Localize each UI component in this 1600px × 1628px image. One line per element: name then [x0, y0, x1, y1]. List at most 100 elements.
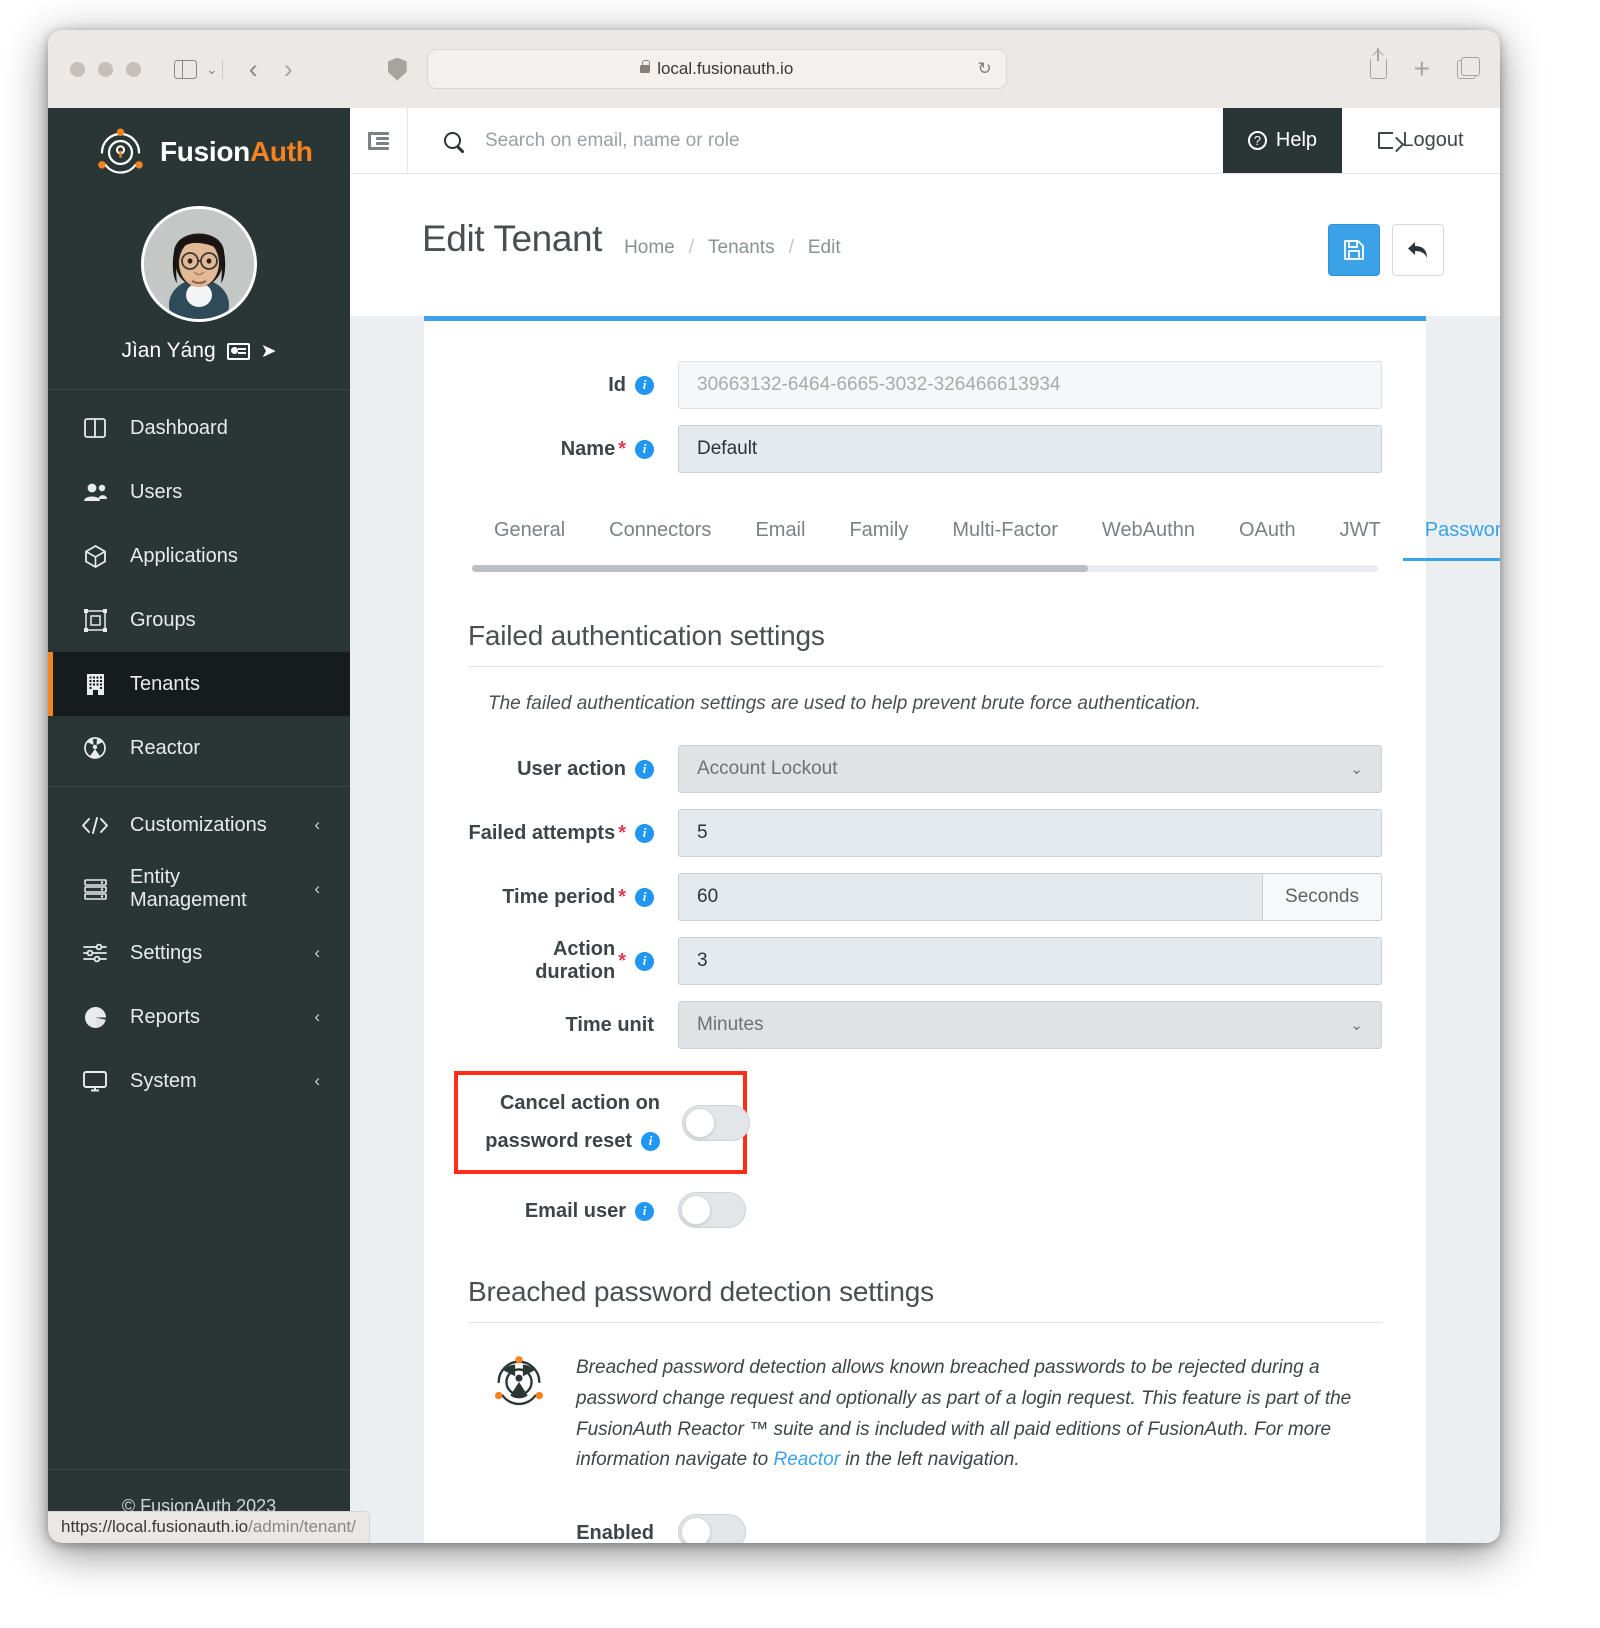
tab-multi-factor[interactable]: Multi-Factor: [930, 505, 1080, 561]
breadcrumb-home[interactable]: Home: [624, 237, 675, 259]
sidebar-item-reports[interactable]: Reports ‹: [48, 985, 350, 1049]
tab-family[interactable]: Family: [827, 505, 930, 561]
name-label-wrap: Name * i: [468, 438, 678, 461]
help-label: Help: [1275, 129, 1318, 151]
info-icon[interactable]: i: [635, 439, 654, 459]
sidebar-item-reactor[interactable]: Reactor: [48, 716, 350, 780]
window-traffic-lights[interactable]: [70, 61, 141, 77]
info-icon[interactable]: i: [635, 951, 654, 971]
back-button[interactable]: ‹: [249, 55, 258, 83]
chevron-left-icon: ‹: [314, 815, 320, 834]
search-icon: [444, 132, 461, 149]
field-row-time-unit: Time unit Minutes ⌄: [468, 1001, 1382, 1049]
sidebar-item-customizations[interactable]: Customizations ‹: [48, 793, 350, 857]
undo-button[interactable]: [1392, 224, 1444, 276]
time-unit-value: Minutes: [697, 1014, 764, 1035]
share-icon[interactable]: [1369, 48, 1387, 79]
tab-oauth[interactable]: OAuth: [1217, 505, 1318, 561]
maximize-window-button[interactable]: [126, 61, 141, 77]
main-column: ? Help Logout Edit Tenant Home / Tenants…: [350, 108, 1500, 1543]
cancel-action-toggle[interactable]: [682, 1104, 750, 1141]
tab-connectors[interactable]: Connectors: [587, 505, 733, 561]
url-text: local.fusionauth.io: [657, 59, 794, 78]
close-window-button[interactable]: [70, 61, 85, 77]
sidebar-item-settings[interactable]: Settings ‹: [48, 921, 350, 985]
brand-logo[interactable]: FusionAuth: [48, 108, 350, 196]
sidebar-item-entity-management[interactable]: Entity Management ‹: [48, 857, 350, 921]
tab-password[interactable]: Password: [1402, 505, 1500, 561]
info-icon[interactable]: i: [635, 759, 654, 779]
breadcrumb-tenants[interactable]: Tenants: [708, 237, 775, 259]
new-tab-icon[interactable]: +: [1414, 55, 1430, 83]
tabs-scrollbar[interactable]: [472, 565, 1378, 572]
address-bar[interactable]: local.fusionauth.io ↻: [426, 49, 1007, 89]
search-input[interactable]: [485, 129, 1223, 152]
sidebar-item-dashboard[interactable]: Dashboard: [48, 396, 350, 460]
breadcrumb: Home / Tenants / Edit: [624, 218, 841, 259]
tab-general[interactable]: General: [472, 505, 587, 561]
tab-overview-icon[interactable]: [1457, 56, 1480, 79]
breadcrumb-separator: /: [688, 237, 695, 258]
sidebar-item-applications[interactable]: Applications: [48, 524, 350, 588]
sidebar-toggle-icon[interactable]: [174, 59, 197, 79]
info-icon[interactable]: i: [635, 887, 654, 907]
id-field[interactable]: 30663132-6464-6665-3032-326466613934: [678, 361, 1382, 409]
chevron-down-icon[interactable]: ⌄: [206, 61, 218, 78]
info-icon[interactable]: i: [635, 375, 654, 395]
tab-email[interactable]: Email: [733, 505, 827, 561]
reactor-link[interactable]: Reactor: [774, 1449, 841, 1470]
action-duration-value: 3: [697, 950, 708, 971]
forward-button[interactable]: ›: [284, 55, 293, 83]
id-label-wrap: Id i: [468, 374, 678, 397]
time-period-value: 60: [697, 886, 719, 907]
email-user-toggle[interactable]: [678, 1192, 746, 1228]
pie-chart-icon: [82, 1006, 108, 1029]
page-header: Edit Tenant Home / Tenants / Edit: [350, 174, 1500, 316]
sidebar-item-users[interactable]: Users: [48, 460, 350, 524]
sidebar-item-tenants[interactable]: Tenants: [48, 652, 350, 716]
collapse-sidebar-button[interactable]: [350, 108, 408, 173]
reload-icon[interactable]: ↻: [977, 59, 991, 79]
logout-label: Logout: [1402, 129, 1464, 151]
breadcrumb-edit[interactable]: Edit: [808, 237, 841, 259]
global-search[interactable]: [408, 108, 1223, 173]
chevron-left-icon: ‹: [314, 879, 320, 898]
logout-button[interactable]: Logout: [1342, 108, 1500, 173]
failed-attempts-label-wrap: Failed attempts * i: [468, 822, 678, 845]
action-duration-label-wrap: Action duration * i: [468, 938, 678, 984]
sidebar-nav-primary: Dashboard Users Applications Groups Tena…: [48, 390, 350, 786]
minimize-window-button[interactable]: [98, 61, 113, 77]
action-duration-field[interactable]: 3: [678, 937, 1382, 985]
sidebar-item-system[interactable]: System ‹: [48, 1049, 350, 1113]
reactor-icon: [82, 736, 108, 760]
sidebar-item-groups[interactable]: Groups: [48, 588, 350, 652]
chevron-left-icon: ‹: [314, 1007, 320, 1026]
cancel-action-highlight: Cancel action on password reset i: [454, 1071, 750, 1174]
nav-arrows[interactable]: ‹ ›: [249, 55, 293, 83]
send-icon[interactable]: ➤: [261, 340, 277, 363]
time-unit-select[interactable]: Minutes ⌄: [678, 1001, 1382, 1049]
failed-attempts-field[interactable]: 5: [678, 809, 1382, 857]
failed-attempts-label: Failed attempts: [468, 821, 616, 844]
browser-window: ⌄ ‹ › local.fusionauth.io ↻ + FusionAuth…: [48, 30, 1500, 1543]
help-button[interactable]: ? Help: [1223, 108, 1342, 173]
reactor-logo-icon: [490, 1353, 548, 1411]
breached-enabled-toggle[interactable]: [678, 1514, 746, 1543]
shield-icon[interactable]: [387, 57, 407, 81]
tenants-icon: [82, 673, 108, 696]
name-field[interactable]: Default: [678, 425, 1382, 473]
breached-section-title: Breached password detection settings: [468, 1276, 1382, 1323]
save-button[interactable]: [1328, 224, 1380, 276]
id-card-icon[interactable]: [226, 342, 250, 360]
avatar[interactable]: [141, 206, 257, 322]
info-icon[interactable]: i: [641, 1132, 660, 1151]
tab-jwt[interactable]: JWT: [1318, 505, 1403, 561]
info-icon[interactable]: i: [635, 1201, 654, 1221]
tab-webauthn[interactable]: WebAuthn: [1080, 505, 1217, 561]
breached-info-block: Breached password detection allows known…: [490, 1353, 1382, 1476]
time-period-field[interactable]: 60: [678, 873, 1264, 921]
user-action-select[interactable]: Account Lockout ⌄: [678, 745, 1382, 793]
brand-first: Fusion: [160, 136, 250, 167]
info-icon[interactable]: i: [635, 823, 654, 843]
sidebar-nav-secondary: Customizations ‹ Entity Management ‹ Set…: [48, 787, 350, 1119]
